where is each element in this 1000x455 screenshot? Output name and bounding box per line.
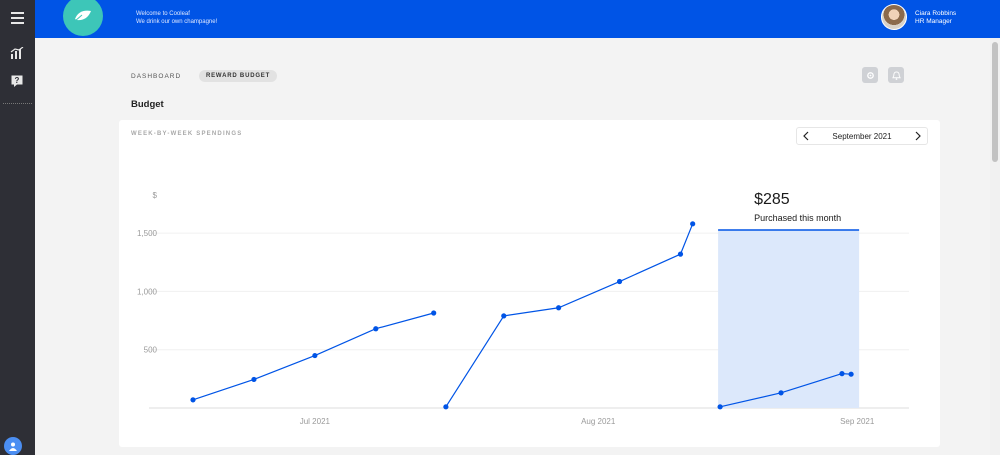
- highlight-band: [718, 230, 860, 408]
- page-title: Budget: [131, 99, 164, 110]
- bell-icon[interactable]: [888, 67, 904, 83]
- rail-divider: [3, 103, 32, 104]
- question-icon[interactable]: ?: [8, 72, 26, 90]
- welcome-line-2: We drink our own champagne!: [136, 19, 218, 25]
- user-avatar-icon[interactable]: [4, 437, 22, 455]
- bar-chart-icon[interactable]: [8, 44, 26, 62]
- data-point: [778, 390, 784, 396]
- x-tick-label: Aug 2021: [581, 417, 616, 426]
- data-point: [848, 371, 854, 377]
- data-point: [839, 371, 845, 377]
- spendings-card: WEEK-BY-WEEK SPENDINGS September 2021 $2…: [119, 120, 940, 447]
- scrollbar-thumb[interactable]: [992, 42, 998, 162]
- data-point: [190, 397, 196, 403]
- data-point: [690, 221, 696, 227]
- data-point: [443, 404, 449, 410]
- x-tick-label: Sep 2021: [840, 417, 875, 426]
- breadcrumb-dashboard[interactable]: DASHBOARD: [131, 73, 181, 80]
- welcome-line-1: Welcome to Cooleaf: [136, 11, 190, 17]
- x-tick-label: Jul 2021: [300, 417, 331, 426]
- menu-icon[interactable]: [0, 0, 35, 36]
- y-tick-label: 1,500: [137, 229, 158, 238]
- top-bar: Welcome to Cooleaf We drink our own cham…: [35, 0, 1000, 38]
- user-name: Ciara Robbins: [915, 10, 957, 17]
- series-line: [445, 223, 694, 408]
- annotation-label: Purchased this month: [754, 213, 841, 223]
- annotation-value: $285: [754, 191, 790, 208]
- data-point: [616, 278, 623, 285]
- settings-icon[interactable]: [862, 67, 878, 83]
- data-point: [251, 376, 257, 383]
- page-scrollbar[interactable]: [990, 38, 1000, 455]
- y-axis-unit: $: [153, 191, 158, 200]
- y-tick-label: 1,000: [137, 287, 158, 296]
- data-point: [677, 251, 684, 257]
- data-point: [556, 305, 562, 311]
- data-point: [312, 352, 318, 359]
- data-point: [431, 310, 437, 316]
- data-point: [373, 326, 379, 332]
- left-rail: ?: [0, 0, 35, 455]
- user-avatar[interactable]: [881, 4, 907, 30]
- data-point: [717, 404, 723, 410]
- breadcrumb-reward-budget[interactable]: REWARD BUDGET: [199, 70, 278, 82]
- svg-text:?: ?: [15, 76, 20, 85]
- data-point: [501, 313, 507, 319]
- y-tick-label: 500: [144, 346, 158, 355]
- user-role: HR Manager: [915, 18, 952, 25]
- user-info[interactable]: Ciara Robbins HR Manager: [915, 10, 956, 26]
- spendings-chart: $285 Purchased this month 500 1,000 1,500 $…: [137, 191, 909, 426]
- cooleaf-logo[interactable]: [63, 0, 103, 36]
- welcome-text: Welcome to Cooleaf We drink our own cham…: [136, 10, 217, 26]
